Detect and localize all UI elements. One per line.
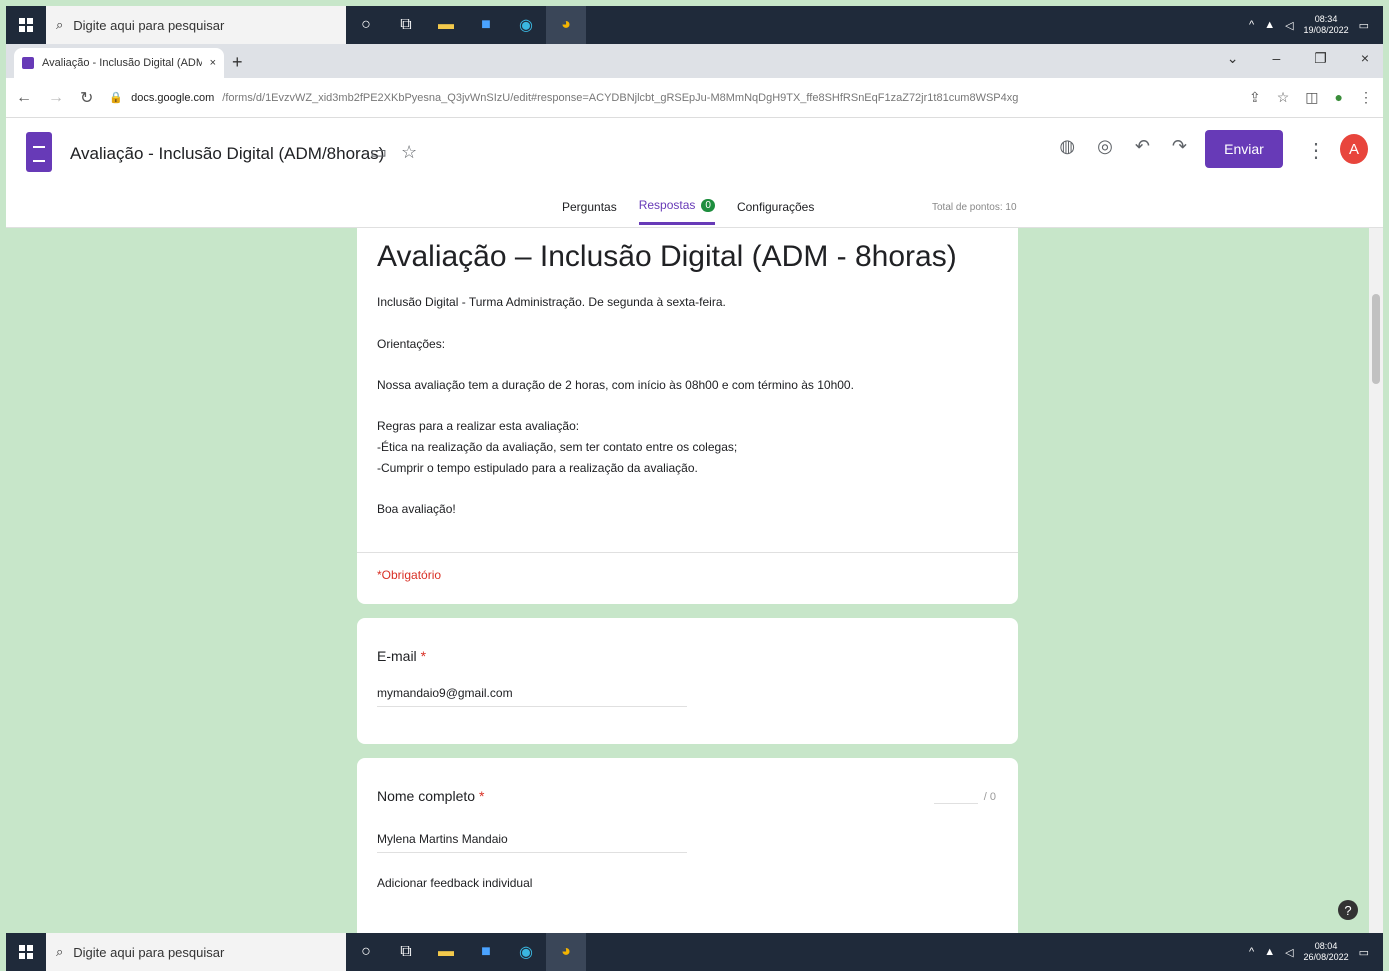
question-label: Nome completo * [377,788,485,804]
avatar[interactable]: A [1340,134,1368,164]
forms-header: Avaliação - Inclusão Digital (ADM/8horas… [6,118,1383,228]
redo-icon[interactable]: ↷ [1172,136,1187,157]
task-view-icon[interactable]: ⧉ [386,6,426,44]
taskbar-search[interactable]: ⌕ Digite aqui para pesquisar [46,6,346,44]
question-card-name: Nome completo * / 0 Mylena Martins Manda… [357,758,1018,933]
network-icon[interactable]: ▲ [1264,946,1275,958]
window-controls: ⌄ – ❐ × [1227,50,1369,67]
help-icon[interactable]: ? [1338,900,1358,920]
tab-responses[interactable]: Respostas 0 [638,198,715,225]
lock-icon: 🔒 [109,92,124,104]
tab-settings[interactable]: Configurações [737,198,814,225]
points-field[interactable]: / 0 [933,790,996,804]
edge-icon[interactable]: ◉ [506,933,546,971]
question-card-email: E-mail * mymandaio9@gmail.com [357,618,1018,744]
sidebar-icon[interactable]: ◫ [1305,89,1318,106]
form-description-line: -Ética na realização da avaliação, sem t… [377,440,738,454]
new-tab-icon[interactable]: + [232,52,243,73]
more-options-icon[interactable]: ⋮ [1306,138,1326,163]
search-icon: ⌕ [56,944,64,959]
file-explorer-icon[interactable]: ▬ [426,933,466,971]
system-tray: ^ ▲ ◁ 08:04 26/08/2022 ▭ [1249,941,1383,963]
form-name[interactable]: Avaliação - Inclusão Digital (ADM/8horas… [70,144,384,164]
start-button[interactable] [6,6,46,44]
store-icon[interactable]: ■ [466,6,506,44]
browser-tabbar: Avaliação - Inclusão Digital (ADM × + ⌄ … [6,44,1383,78]
form-description-line: Regras para a realizar esta avaliação: [377,419,580,433]
points-input[interactable] [933,790,978,804]
tray-arrow-icon[interactable]: ^ [1249,946,1254,958]
store-icon[interactable]: ■ [466,933,506,971]
restore-icon[interactable]: ❐ [1314,50,1327,67]
volume-icon[interactable]: ◁ [1285,946,1293,959]
header-actions: ◍ ◎ ↶ ↷ [1059,136,1187,157]
browser-toolbar: ← → ↻ 🔒 docs.google.com/forms/d/1EvzvWZ_… [6,78,1383,118]
form-name-actions: ▭ ☆ [370,142,417,163]
close-tab-icon[interactable]: × [210,57,216,69]
responses-count-badge: 0 [701,198,715,212]
form-tabs: Perguntas Respostas 0 Configurações [562,198,814,225]
start-button[interactable] [6,933,46,971]
edge-icon[interactable]: ◉ [506,6,546,44]
tab-questions[interactable]: Perguntas [562,198,617,225]
search-icon: ⌕ [56,17,64,32]
name-answer: Mylena Martins Mandaio [377,832,687,853]
send-button[interactable]: Enviar [1205,130,1283,168]
forms-favicon-icon [22,57,34,69]
extension-icon[interactable]: ● [1335,89,1343,106]
minimize-icon[interactable]: – [1272,50,1280,67]
forward-icon[interactable]: → [48,89,64,107]
star-icon[interactable]: ☆ [401,142,417,163]
tab-search-icon[interactable]: ⌄ [1227,50,1239,67]
form-description-line: Orientações: [377,337,446,351]
clock[interactable]: 08:04 26/08/2022 [1304,941,1349,963]
page-scrollbar[interactable] [1369,228,1383,933]
total-points: Total de pontos: 10 [932,202,1017,213]
form-description-line: Nossa avaliação tem a duração de 2 horas… [377,378,854,392]
taskbar-bottom: ⌕ Digite aqui para pesquisar ○ ⧉ ▬ ■ ◉ ◕ … [6,933,1383,971]
close-window-icon[interactable]: × [1361,50,1369,67]
system-tray: ^ ▲ ◁ 08:34 19/08/2022 ▭ [1249,14,1383,36]
back-icon[interactable]: ← [16,89,32,107]
cortana-icon[interactable]: ○ [346,933,386,971]
reload-icon[interactable]: ↻ [80,88,93,108]
taskbar-search[interactable]: ⌕ Digite aqui para pesquisar [46,933,346,971]
bookmark-star-icon[interactable]: ☆ [1277,89,1290,106]
chrome-icon[interactable]: ◕ [546,933,586,971]
notifications-icon[interactable]: ▭ [1359,946,1369,959]
folder-icon[interactable]: ▭ [370,142,387,163]
form-description-line: Inclusão Digital - Turma Administração. … [377,295,726,309]
file-explorer-icon[interactable]: ▬ [426,6,466,44]
google-forms-logo-icon[interactable] [26,132,52,172]
chrome-icon[interactable]: ◕ [546,6,586,44]
form-header-card: Avaliação – Inclusão Digital (ADM - 8hor… [357,228,1018,604]
question-label: E-mail * [377,648,427,664]
form-description-line: -Cumprir o tempo estipulado para a reali… [377,461,698,475]
share-icon[interactable]: ⇪ [1249,89,1261,106]
taskbar-top: ⌕ Digite aqui para pesquisar ○ ⧉ ▬ ■ ◉ ◕ … [6,6,1383,44]
tray-arrow-icon[interactable]: ^ [1249,19,1254,31]
toolbar-actions: ⇪ ☆ ◫ ● ⋮ [1249,89,1373,106]
email-answer: mymandaio9@gmail.com [377,686,687,707]
palette-icon[interactable]: ◍ [1059,136,1075,157]
clock[interactable]: 08:34 19/08/2022 [1304,14,1349,36]
cortana-icon[interactable]: ○ [346,6,386,44]
address-bar[interactable]: 🔒 docs.google.com/forms/d/1EvzvWZ_xid3mb… [109,84,1233,112]
volume-icon[interactable]: ◁ [1285,19,1293,32]
network-icon[interactable]: ▲ [1264,19,1275,31]
undo-icon[interactable]: ↶ [1135,136,1150,157]
add-feedback-link[interactable]: Adicionar feedback individual [377,876,532,890]
form-description-line: Boa avaliação! [377,502,456,516]
windows-icon [19,18,33,32]
windows-icon [19,945,33,959]
notifications-icon[interactable]: ▭ [1359,19,1369,32]
divider [357,552,1018,553]
form-title: Avaliação – Inclusão Digital (ADM - 8hor… [377,240,957,273]
task-view-icon[interactable]: ⧉ [386,933,426,971]
browser-tab[interactable]: Avaliação - Inclusão Digital (ADM × [14,48,224,78]
preview-eye-icon[interactable]: ◎ [1097,136,1113,157]
browser-menu-icon[interactable]: ⋮ [1359,89,1373,106]
required-note: *Obrigatório [377,568,442,582]
scrollbar-thumb[interactable] [1372,294,1380,384]
